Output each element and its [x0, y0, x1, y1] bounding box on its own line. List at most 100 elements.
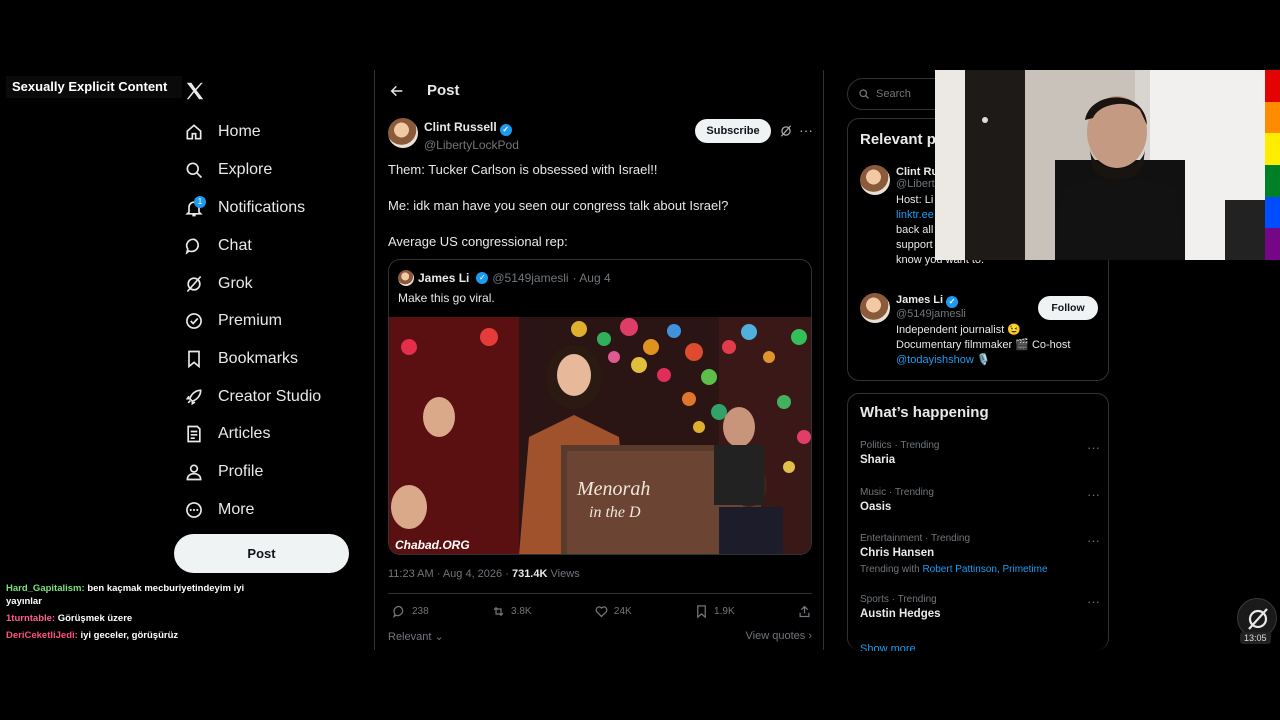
- bookmark-icon: [188, 350, 200, 369]
- author-handle[interactable]: @LibertyLockPod: [424, 138, 519, 152]
- views-count: 731.4K: [511, 568, 548, 580]
- page-title: Post: [427, 82, 460, 99]
- bio-line: Independent journalist 😉: [896, 324, 1022, 336]
- nav-label: Bookmarks: [218, 350, 299, 367]
- nav-item-home[interactable]: Home: [184, 114, 261, 150]
- webcam-overlay: [935, 70, 1265, 260]
- trend-category: Music · Trending: [860, 487, 934, 498]
- webcam-feed: [935, 70, 1265, 260]
- photo-watermark: Chabad.ORG: [395, 538, 470, 552]
- trend-with: Trending with Robert Pattinson, Primetim…: [860, 564, 1100, 575]
- x-logo-icon[interactable]: [184, 80, 206, 102]
- trend-item[interactable]: Politics · Trending Sharia ···: [860, 440, 1100, 466]
- trend-with-links[interactable]: Robert Pattinson, Primetime: [922, 564, 1047, 575]
- grok-icon: [186, 275, 202, 293]
- chat-text: Görüşmek üzere: [57, 613, 133, 624]
- share-icon: [799, 605, 810, 618]
- quoted-post-header: James Li ✓ @5149jamesli · Aug 4: [398, 270, 611, 286]
- relevant-title: Relevant p: [860, 131, 936, 148]
- post-meta: 11:23 AM · Aug 4, 2026 · 731.4K Views: [388, 568, 580, 580]
- nav-label: Explore: [218, 161, 273, 178]
- quoted-post[interactable]: James Li ✓ @5149jamesli · Aug 4 Make thi…: [388, 259, 812, 555]
- trend-category: Entertainment · Trending: [860, 533, 971, 544]
- nav-label: Notifications: [218, 199, 306, 216]
- trend-item[interactable]: Entertainment · Trending Chris Hansen Tr…: [860, 533, 1100, 575]
- sort-label: Relevant: [388, 631, 432, 643]
- post-detail-column: Post Clint Russell ✓ @LibertyLockPod Subs…: [374, 70, 824, 650]
- person-avatar[interactable]: [860, 293, 890, 323]
- post-text-line: Them: Tucker Carlson is obsessed with Is…: [388, 162, 658, 177]
- nav-label: Premium: [218, 312, 283, 329]
- quoted-text: Make this go viral.: [398, 291, 495, 305]
- nav-item-more[interactable]: More: [184, 492, 254, 528]
- notification-badge: 1: [194, 196, 206, 208]
- content-warning-label: Sexually Explicit Content: [6, 76, 182, 98]
- reply-button[interactable]: 238: [392, 604, 429, 619]
- more-icon: [186, 502, 202, 518]
- more-options-icon[interactable]: ···: [1087, 440, 1100, 455]
- bio-link[interactable]: @todayishshow: [896, 354, 974, 366]
- person-bio: Independent journalist 😉 Documentary fil…: [896, 323, 1070, 368]
- back-arrow-icon[interactable]: [389, 83, 405, 99]
- nav-item-grok[interactable]: Grok: [184, 266, 253, 302]
- nav-item-explore[interactable]: Explore: [184, 152, 272, 188]
- views-label: Views: [550, 568, 580, 580]
- nav-label: Profile: [218, 463, 264, 480]
- like-button[interactable]: 24K: [594, 604, 632, 619]
- quoted-photo[interactable]: Menorah in the D Chabad.ORG: [389, 317, 811, 554]
- person-name: James Li: [896, 294, 944, 306]
- show-more-link[interactable]: Show more: [860, 643, 916, 651]
- home-icon: [186, 124, 202, 140]
- post-timestamp[interactable]: 11:23 AM · Aug 4, 2026 ·: [388, 568, 509, 580]
- grok-icon[interactable]: [779, 124, 793, 138]
- like-count: 24K: [613, 606, 632, 617]
- chat-username: 1turntable:: [6, 613, 56, 624]
- nav-item-profile[interactable]: Profile: [184, 454, 263, 490]
- author-name[interactable]: Clint Russell: [424, 120, 497, 134]
- trend-item[interactable]: Music · Trending Oasis ···: [860, 487, 1100, 513]
- nav-item-chat[interactable]: Chat: [184, 228, 252, 264]
- nav-label: Articles: [218, 425, 271, 442]
- nav-item-articles[interactable]: Articles: [184, 416, 270, 452]
- person-avatar[interactable]: [860, 165, 890, 195]
- nav-label: More: [218, 501, 255, 518]
- nav-item-creator-studio[interactable]: Creator Studio: [184, 379, 321, 415]
- premium-icon: [186, 313, 202, 329]
- author-avatar[interactable]: [388, 118, 418, 148]
- clock: 13:05: [1240, 632, 1271, 644]
- trend-with-label: Trending with: [860, 564, 920, 575]
- chat-message: Hard_Gapitalism: ben kaçmak mecburiyetin…: [6, 582, 266, 608]
- more-options-icon[interactable]: ···: [1087, 533, 1100, 548]
- stream-chat: Hard_Gapitalism: ben kaçmak mecburiyetin…: [6, 582, 266, 646]
- search-icon: [859, 89, 869, 99]
- repost-button[interactable]: 3.8K: [491, 604, 532, 619]
- bio-line: Documentary filmmaker 🎬 Co-host: [896, 339, 1071, 351]
- chat-icon: [185, 238, 200, 255]
- subscribe-button[interactable]: Subscribe: [695, 119, 771, 143]
- more-options-icon[interactable]: ···: [799, 122, 813, 138]
- podium-text-2: in the D: [589, 504, 641, 521]
- more-options-icon[interactable]: ···: [1087, 487, 1100, 502]
- post-button[interactable]: Post: [174, 534, 349, 573]
- profile-icon: [186, 464, 202, 481]
- sort-dropdown[interactable]: Relevant ⌄: [388, 630, 444, 643]
- chat-username: Hard_Gapitalism:: [6, 583, 85, 594]
- repost-icon: [493, 606, 504, 617]
- nav-item-notifications[interactable]: Notifications: [184, 190, 305, 226]
- quoted-author-name: James Li: [418, 271, 470, 285]
- podium-text-1: Menorah: [576, 478, 650, 500]
- bookmark-button[interactable]: 1.9K: [694, 604, 735, 619]
- follow-button[interactable]: Follow: [1038, 296, 1098, 320]
- author-info[interactable]: Clint Russell ✓ @LibertyLockPod: [424, 120, 519, 152]
- view-quotes-link[interactable]: View quotes ›: [746, 630, 812, 643]
- chevron-right-icon: ›: [808, 630, 812, 642]
- share-button[interactable]: [797, 604, 812, 619]
- verified-badge-icon: ✓: [499, 124, 512, 136]
- more-options-icon[interactable]: ···: [1087, 594, 1100, 609]
- verified-badge-icon: ✓: [476, 272, 489, 284]
- nav-item-bookmarks[interactable]: Bookmarks: [184, 341, 298, 377]
- trend-item[interactable]: Sports · Trending Austin Hedges ···: [860, 594, 1100, 620]
- nav-label: Chat: [218, 237, 252, 254]
- bookmark-count: 1.9K: [714, 606, 735, 617]
- nav-item-premium[interactable]: Premium: [184, 303, 282, 339]
